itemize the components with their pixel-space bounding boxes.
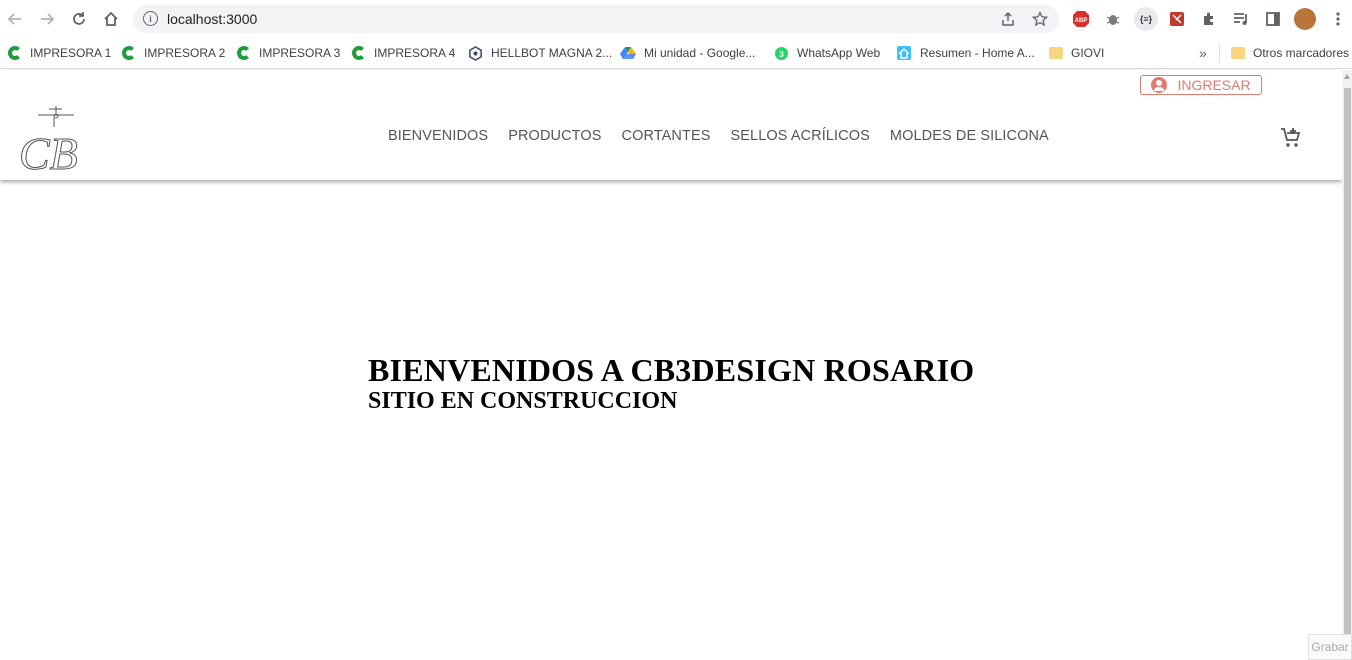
bookmark-folder-giovi[interactable]: GIOVI bbox=[1049, 43, 1104, 63]
side-panel-icon[interactable] bbox=[1263, 9, 1283, 29]
bookmark-impresora-2[interactable]: IMPRESORA 2 bbox=[122, 43, 225, 63]
hero-title: BIENVENIDOS A CB3DESIGN ROSARIO bbox=[368, 352, 975, 388]
add-to-cart-icon[interactable] bbox=[1279, 126, 1303, 150]
bookmark-label: IMPRESORA 3 bbox=[259, 46, 341, 60]
nav-moldes-de-silicona[interactable]: MOLDES DE SILICONA bbox=[880, 128, 1059, 144]
profile-avatar[interactable] bbox=[1294, 8, 1316, 30]
bug-extension-icon[interactable] bbox=[1103, 9, 1123, 29]
bookmark-label: HELLBOT MAGNA 2... bbox=[491, 46, 613, 60]
forward-icon[interactable] bbox=[36, 8, 58, 30]
printer-green-icon bbox=[352, 46, 366, 60]
printer-green-icon bbox=[237, 46, 251, 60]
scroll-up-arrow-icon[interactable] bbox=[1344, 74, 1350, 79]
adblock-plus-icon[interactable]: ABP bbox=[1071, 9, 1091, 29]
scrollbar-thumb[interactable] bbox=[1344, 88, 1351, 658]
reload-icon[interactable] bbox=[68, 8, 90, 30]
bookmarks-bar: IMPRESORA 1 IMPRESORA 2 IMPRESORA 3 IMPR… bbox=[0, 38, 1352, 69]
red-extension-icon[interactable] bbox=[1167, 9, 1187, 29]
bookmark-star-icon[interactable] bbox=[1031, 10, 1049, 28]
address-bar[interactable]: i localhost:3000 bbox=[133, 5, 1059, 33]
bookmark-impresora-4[interactable]: IMPRESORA 4 bbox=[352, 43, 455, 63]
chrome-menu-icon[interactable] bbox=[1328, 9, 1348, 29]
printer-green-icon bbox=[122, 46, 136, 60]
nav-sellos-acrilicos[interactable]: SELLOS ACRÍLICOS bbox=[720, 128, 879, 144]
nav-bienvenidos[interactable]: BIENVENIDOS bbox=[378, 128, 498, 144]
more-bookmarks-chevron-icon[interactable]: » bbox=[1199, 43, 1207, 63]
extensions-puzzle-icon[interactable] bbox=[1199, 9, 1219, 29]
bookmark-impresora-1[interactable]: IMPRESORA 1 bbox=[8, 43, 111, 63]
bookmark-whatsapp[interactable]: 3 WhatsApp Web bbox=[773, 43, 880, 63]
site-header: INGRESAR CB BIENVENIDOS PRODUCTOS CORTAN… bbox=[0, 70, 1342, 180]
bookmark-label: WhatsApp Web bbox=[797, 46, 881, 60]
hero-section: BIENVENIDOS A CB3DESIGN ROSARIO SITIO EN… bbox=[368, 352, 974, 414]
site-info-icon[interactable]: i bbox=[143, 11, 158, 26]
svg-text:3: 3 bbox=[779, 48, 784, 58]
whatsapp-icon: 3 bbox=[773, 45, 789, 61]
bookmark-label: Otros marcadores bbox=[1253, 46, 1350, 60]
bookmark-label: IMPRESORA 2 bbox=[144, 46, 226, 60]
printer-green-icon bbox=[8, 46, 22, 60]
bookmark-home-assistant[interactable]: Resumen - Home A... bbox=[896, 43, 1035, 63]
hero-subtitle: SITIO EN CONSTRUCCION bbox=[368, 388, 678, 414]
bookmark-label: IMPRESORA 1 bbox=[30, 46, 112, 60]
folder-icon bbox=[1049, 47, 1063, 59]
share-icon[interactable] bbox=[999, 10, 1017, 28]
bookmark-label: Resumen - Home A... bbox=[920, 46, 1035, 60]
media-control-icon[interactable] bbox=[1231, 9, 1251, 29]
bookmark-other-folder[interactable]: Otros marcadores bbox=[1231, 43, 1349, 63]
svg-text:ABP: ABP bbox=[1075, 18, 1088, 24]
home-icon[interactable] bbox=[100, 8, 122, 30]
login-label: INGRESAR bbox=[1177, 77, 1251, 93]
bookmark-label: Mi unidad - Google... bbox=[644, 46, 756, 60]
login-button[interactable]: INGRESAR bbox=[1140, 75, 1262, 95]
bookmark-hellbot[interactable]: HELLBOT MAGNA 2... bbox=[467, 43, 612, 63]
main-nav: BIENVENIDOS PRODUCTOS CORTANTES SELLOS A… bbox=[378, 128, 1059, 144]
bookmarks-divider bbox=[1219, 45, 1220, 63]
nav-cortantes[interactable]: CORTANTES bbox=[612, 128, 721, 144]
svg-text:CB: CB bbox=[19, 128, 78, 173]
google-drive-icon bbox=[620, 45, 636, 61]
web-page: INGRESAR CB BIENVENIDOS PRODUCTOS CORTAN… bbox=[0, 70, 1342, 660]
nav-productos[interactable]: PRODUCTOS bbox=[498, 128, 611, 144]
url-text[interactable]: localhost:3000 bbox=[167, 11, 257, 27]
site-logo[interactable]: CB bbox=[16, 103, 84, 180]
browser-toolbar: i localhost:3000 ABP {≡} bbox=[0, 0, 1352, 38]
bookmark-label: IMPRESORA 4 bbox=[374, 46, 456, 60]
folder-icon bbox=[1231, 47, 1245, 59]
bookmark-label: GIOVI bbox=[1071, 46, 1105, 60]
home-assistant-icon bbox=[896, 45, 912, 61]
user-account-icon bbox=[1151, 77, 1168, 93]
record-button[interactable]: Grabar bbox=[1308, 634, 1352, 660]
bookmark-impresora-3[interactable]: IMPRESORA 3 bbox=[237, 43, 340, 63]
hellbot-icon bbox=[467, 45, 483, 61]
json-formatter-icon[interactable]: {≡} bbox=[1134, 7, 1158, 31]
bookmark-google-drive[interactable]: Mi unidad - Google... bbox=[620, 43, 755, 63]
page-scrollbar[interactable] bbox=[1342, 70, 1352, 660]
back-icon[interactable] bbox=[4, 8, 26, 30]
